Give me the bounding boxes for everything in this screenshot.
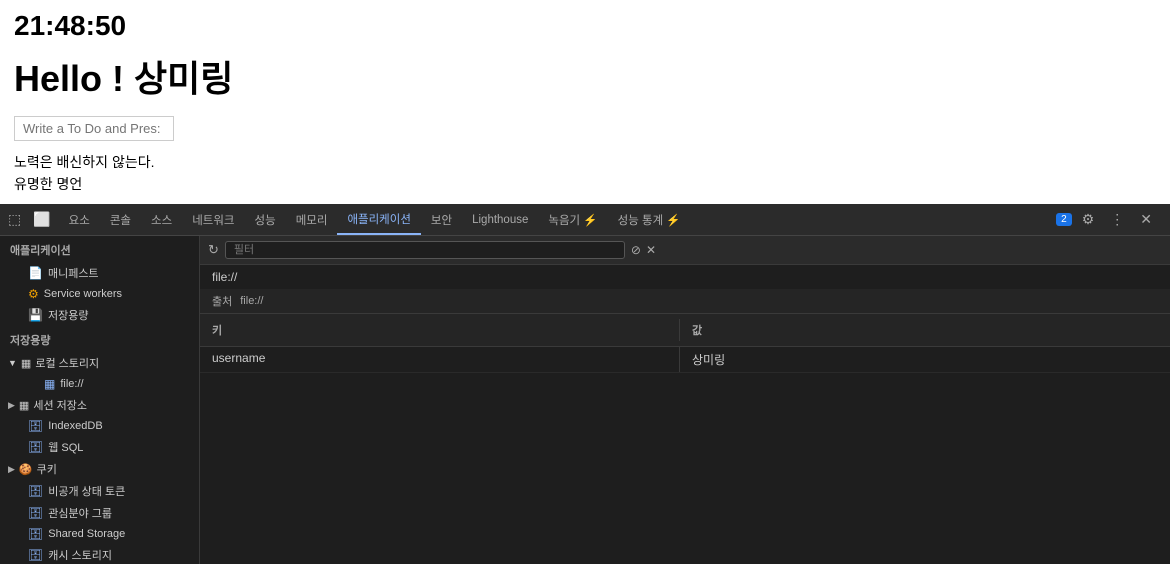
column-key-header: 키 — [200, 319, 680, 341]
settings-icon[interactable]: ⚙ — [1078, 209, 1099, 230]
table-icon: ▦ — [21, 357, 31, 370]
close-icon[interactable]: ✕ — [1136, 209, 1156, 230]
arrow-down-icon: ▼ — [8, 358, 17, 368]
sidebar-item-service-workers[interactable]: ⚙ Service workers — [0, 284, 199, 304]
filter-actions: ⊘ ✕ — [631, 243, 656, 257]
session-table-icon: ▦ — [19, 399, 29, 412]
filter-input[interactable] — [225, 241, 625, 259]
cache-icon: 🗄 — [28, 548, 43, 562]
storage-table: 키 값 username 상미링 — [200, 314, 1170, 564]
cell-key-username: username — [200, 347, 680, 372]
db-icon: 🗄 — [28, 419, 43, 433]
arrow-right-icon: ▶ — [8, 400, 15, 411]
token-icon: 🗄 — [28, 484, 43, 498]
cell-value-username: 상미링 — [680, 347, 1170, 372]
inspect-element-icon[interactable]: ⬚ — [4, 209, 25, 230]
filter-clear-icon[interactable]: ⊘ — [631, 243, 641, 257]
cookie-icon: 🍪 — [19, 463, 33, 476]
table-icon-2: ▦ — [44, 377, 55, 391]
sidebar-item-indexeddb[interactable]: 🗄 IndexedDB — [0, 416, 199, 436]
sidebar-item-private-state-tokens[interactable]: 🗄 비공개 상태 토큰 — [0, 480, 199, 502]
source-label: 출처 — [212, 293, 232, 309]
devtools-actions: 2 ⚙ ⋮ ✕ — [1056, 209, 1160, 230]
source-bar: 출처 file:// — [200, 289, 1170, 314]
tab-sources[interactable]: 소스 — [141, 204, 182, 235]
file-url-label: file:// — [212, 270, 237, 284]
tab-application[interactable]: 애플리케이션 — [337, 204, 420, 235]
tab-console[interactable]: 콘솔 — [100, 204, 141, 235]
tab-recorder[interactable]: 녹음기 ⚡ — [538, 204, 607, 235]
more-options-icon[interactable]: ⋮ — [1106, 209, 1128, 230]
devtools-body: 애플리케이션 📄 매니페스트 ⚙ Service workers 💾 저장용량 … — [0, 236, 1170, 564]
sidebar-item-shared-storage[interactable]: 🗄 Shared Storage — [0, 524, 199, 544]
filter-bar: ↻ ⊘ ✕ — [200, 236, 1170, 265]
arrow-right-icon-2: ▶ — [8, 464, 15, 475]
table-body: username 상미링 — [200, 347, 1170, 564]
tab-security[interactable]: 보안 — [421, 204, 462, 235]
devtools-panel: ⬚ ⬜ 요소 콘솔 소스 네트워크 성능 메모리 애플리케이션 보안 Light… — [0, 204, 1170, 564]
sidebar-item-websql[interactable]: 🗄 웹 SQL — [0, 436, 199, 458]
main-content: ↻ ⊘ ✕ file:// 출처 file:// 키 값 — [200, 236, 1170, 564]
group-icon: 🗄 — [28, 506, 43, 520]
devtools-tabs-bar: ⬚ ⬜ 요소 콘솔 소스 네트워크 성능 메모리 애플리케이션 보안 Light… — [0, 204, 1170, 236]
cookies-toggle[interactable]: ▶ 🍪 쿠키 — [0, 458, 199, 480]
sql-icon: 🗄 — [28, 440, 43, 454]
empty-rows — [200, 373, 1170, 564]
session-storage-toggle[interactable]: ▶ ▦ 세션 저장소 — [0, 394, 199, 416]
sidebar-item-storage-usage[interactable]: 💾 저장용량 — [0, 304, 199, 326]
file-url-item[interactable]: file:// — [200, 265, 1170, 289]
notification-badge: 2 — [1056, 213, 1072, 226]
webpage-area: 21:48:50 Hello ! 상미링 노력은 배신하지 않는다. 유명한 명… — [0, 0, 1170, 205]
sidebar-item-cache-storage[interactable]: 🗄 캐시 스토리지 — [0, 544, 199, 564]
filter-close-icon[interactable]: ✕ — [646, 243, 656, 257]
quote-text: 노력은 배신하지 않는다. 유명한 명언 — [14, 151, 1156, 196]
tab-perf-insights[interactable]: 성능 통계 ⚡ — [608, 204, 691, 235]
source-value: file:// — [240, 295, 263, 307]
application-section-label: 애플리케이션 — [0, 236, 199, 262]
time-display: 21:48:50 — [14, 10, 1156, 42]
column-value-header: 값 — [680, 319, 1170, 341]
tab-memory[interactable]: 메모리 — [286, 204, 338, 235]
local-storage-toggle[interactable]: ▼ ▦ 로컬 스토리지 — [0, 352, 199, 374]
tab-elements[interactable]: 요소 — [59, 204, 100, 235]
todo-input[interactable] — [14, 116, 174, 141]
document-icon: 📄 — [28, 266, 43, 280]
storage-section-label: 저장용량 — [0, 326, 199, 352]
refresh-icon[interactable]: ↻ — [208, 242, 219, 258]
sidebar-item-file-url[interactable]: ▦ file:// — [0, 374, 199, 394]
shared-storage-icon: 🗄 — [28, 527, 43, 541]
tab-lighthouse[interactable]: Lighthouse — [462, 204, 538, 235]
gear-icon: ⚙ — [28, 287, 39, 301]
sidebar-item-manifest[interactable]: 📄 매니페스트 — [0, 262, 199, 284]
table-row[interactable]: username 상미링 — [200, 347, 1170, 373]
tab-network[interactable]: 네트워크 — [182, 204, 244, 235]
tab-performance[interactable]: 성능 — [245, 204, 286, 235]
devtools-sidebar: 애플리케이션 📄 매니페스트 ⚙ Service workers 💾 저장용량 … — [0, 236, 200, 564]
device-toolbar-icon[interactable]: ⬜ — [29, 209, 54, 230]
hello-text: Hello ! 상미링 — [14, 50, 1156, 102]
table-header: 키 값 — [200, 314, 1170, 347]
sidebar-item-interest-groups[interactable]: 🗄 관심분야 그룹 — [0, 502, 199, 524]
storage-icon: 💾 — [28, 308, 43, 322]
